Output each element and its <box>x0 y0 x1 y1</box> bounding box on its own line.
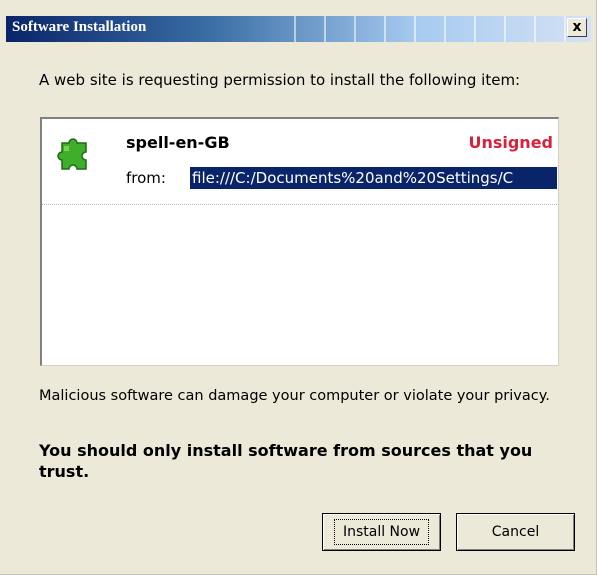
close-icon: x <box>572 19 582 35</box>
malicious-software-warning: Malicious software can damage your compu… <box>39 388 550 404</box>
dialog-title: Software Installation <box>12 19 147 35</box>
install-items-list[interactable]: spell-en-GB Unsigned from: file:///C:/Do… <box>40 117 559 366</box>
intro-text: A web site is requesting permission to i… <box>39 71 521 89</box>
title-bar-stripes <box>266 16 566 42</box>
trust-advice: You should only install software from so… <box>39 441 533 481</box>
close-button[interactable]: x <box>567 18 587 37</box>
from-label: from: <box>126 169 166 187</box>
item-name: spell-en-GB <box>126 133 230 152</box>
software-installation-dialog: Software Installation x A web site is re… <box>0 0 597 575</box>
puzzle-piece-icon <box>57 138 87 170</box>
install-now-label: Install Now <box>333 519 430 545</box>
title-bar[interactable]: Software Installation x <box>6 16 591 42</box>
list-item[interactable]: spell-en-GB Unsigned from: file:///C:/Do… <box>42 119 557 205</box>
cancel-button[interactable]: Cancel <box>456 513 575 551</box>
cancel-label: Cancel <box>491 524 540 540</box>
install-now-button[interactable]: Install Now <box>322 513 441 551</box>
source-url-field[interactable]: file:///C:/Documents%20and%20Settings/C <box>190 167 557 189</box>
unsigned-badge: Unsigned <box>468 133 553 152</box>
